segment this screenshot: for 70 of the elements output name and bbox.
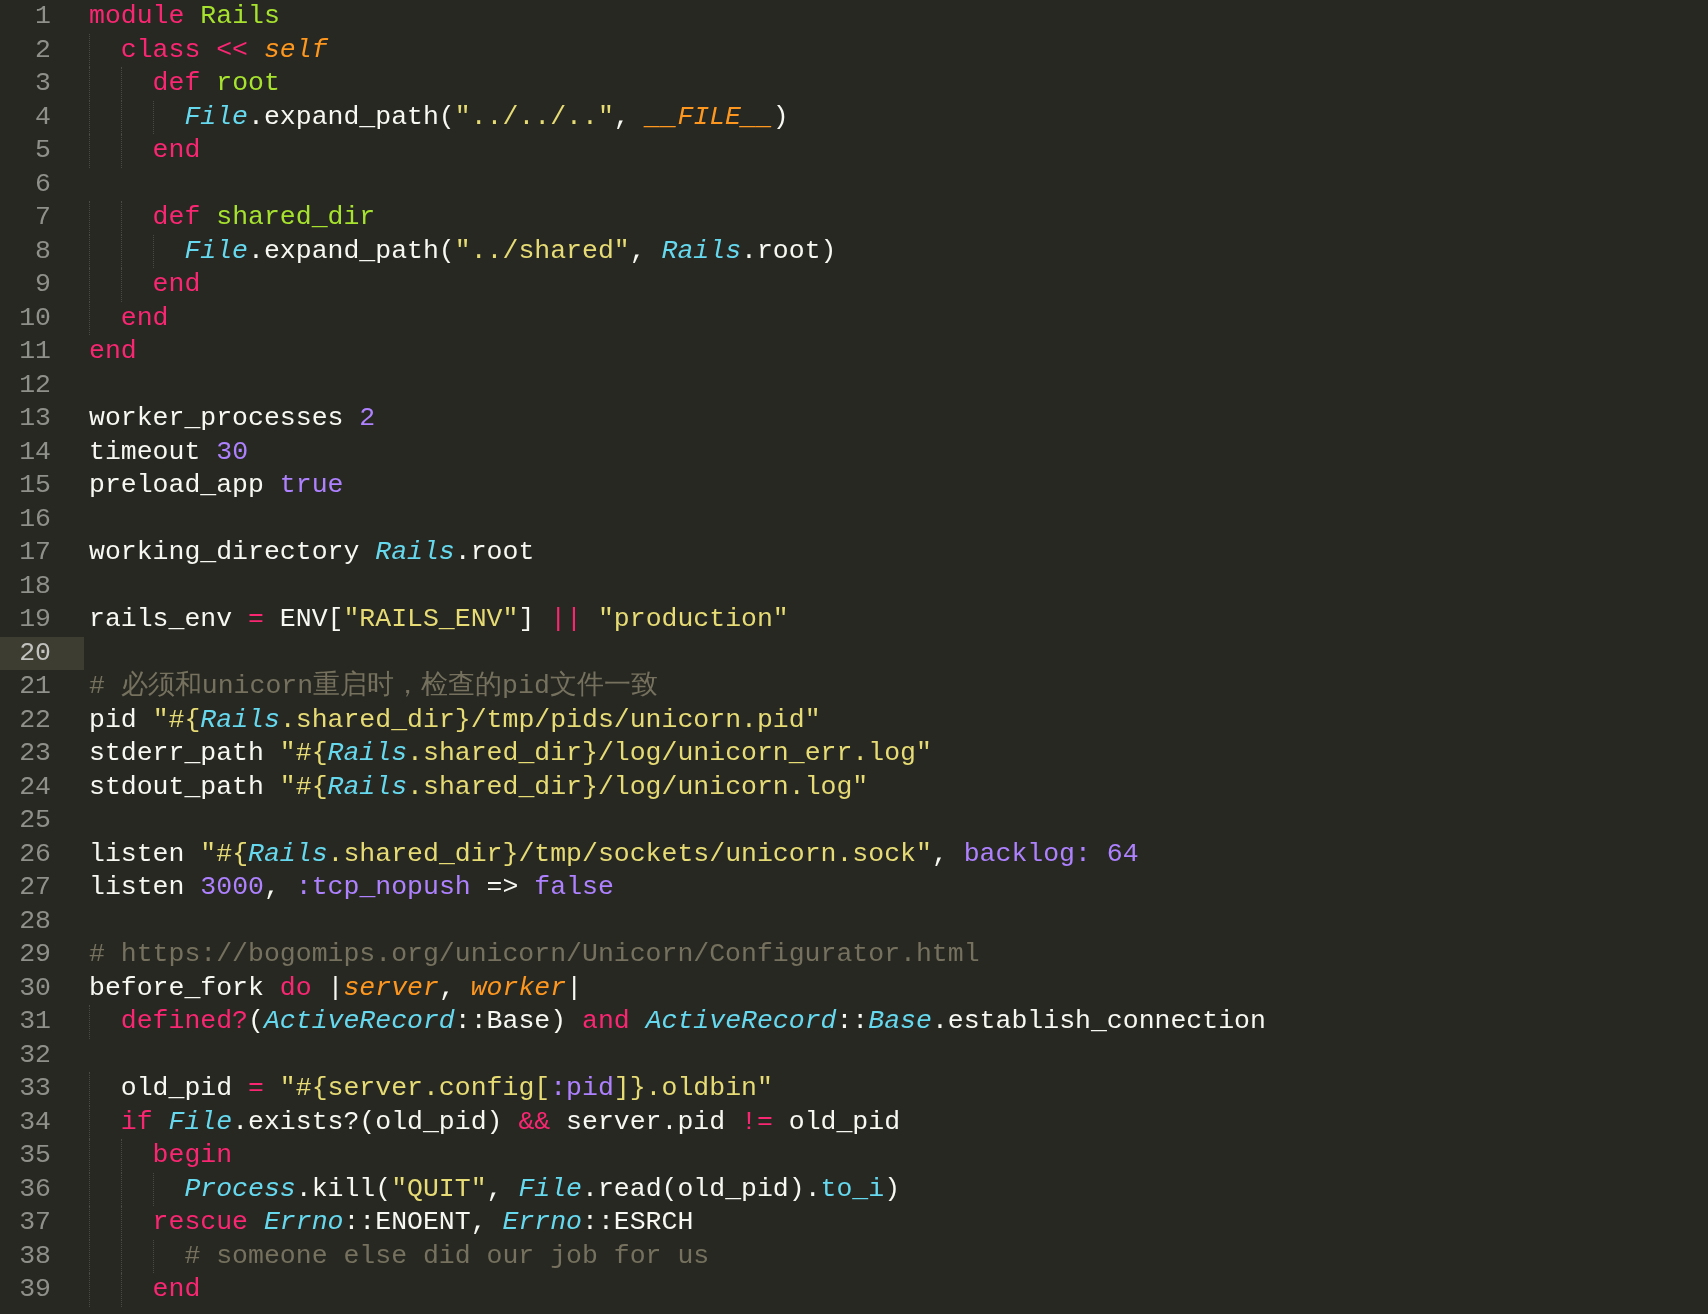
code-line: listen 3000, :tcp_nopush => false <box>89 872 614 902</box>
line-number: 10 <box>19 301 51 335</box>
line-number: 39 <box>19 1273 51 1306</box>
code-line: old_pid = "#{server.config[:pid]}.oldbin" <box>119 1073 773 1103</box>
line-number: 37 <box>19 1206 51 1239</box>
line-number: 29 <box>19 938 51 971</box>
code-line: # someone else did our job for us <box>183 1240 710 1271</box>
code-line: worker_processes 2 <box>89 403 376 433</box>
code-line: def root <box>151 68 280 98</box>
line-number: 17 <box>19 536 51 569</box>
code-line: before_fork do |server, worker| <box>89 972 583 1003</box>
line-number: 15 <box>19 469 51 502</box>
line-number: 18 <box>19 569 51 603</box>
code-line: module Rails <box>89 1 280 31</box>
code-line: end <box>119 302 169 333</box>
code-line: Process.kill("QUIT", File.read(old_pid).to_i) <box>183 1173 901 1204</box>
line-number: 2 <box>35 33 51 67</box>
line-number: 22 <box>19 703 51 737</box>
code-line: class << self <box>119 34 328 65</box>
code-line: end <box>151 1274 201 1304</box>
code-line: stdout_path "#{Rails.shared_dir}/log/unicorn.log" <box>89 771 869 802</box>
line-number: 11 <box>19 335 51 368</box>
line-number: 27 <box>19 871 51 904</box>
line-number: 19 <box>19 603 51 636</box>
line-number: 24 <box>19 770 51 804</box>
code-line: timeout 30 <box>89 436 249 467</box>
line-number: 25 <box>19 804 51 837</box>
code-line: pid "#{Rails.shared_dir}/tmp/pids/unicorn.pid" <box>89 704 821 735</box>
code-line: stderr_path "#{Rails.shared_dir}/log/unicorn_err.log" <box>89 738 932 768</box>
code-line: end <box>151 135 201 165</box>
code-line: rescue Errno::ENOENT, Errno::ESRCH <box>151 1207 694 1237</box>
line-number: 9 <box>35 268 51 301</box>
line-number: 20 <box>19 636 51 670</box>
line-number: 33 <box>19 1072 51 1105</box>
line-number: 23 <box>19 737 51 770</box>
line-number: 34 <box>19 1105 51 1139</box>
line-number: 6 <box>35 167 51 201</box>
line-number: 21 <box>19 670 51 703</box>
line-number: 16 <box>19 502 51 536</box>
code-line: listen "#{Rails.shared_dir}/tmp/sockets/unicorn.sock", backlog: 64 <box>89 838 1139 869</box>
line-number: 30 <box>19 971 51 1005</box>
line-number: 1 <box>35 0 51 33</box>
code-line: defined?(ActiveRecord::Base) and ActiveRecord::Base.establish_connection <box>119 1006 1266 1036</box>
line-number: 8 <box>35 234 51 268</box>
code-line: working_directory Rails.root <box>89 537 535 567</box>
line-number: 32 <box>19 1038 51 1072</box>
code-line: File.expand_path("../shared", Rails.root) <box>183 235 837 266</box>
code-line: begin <box>151 1140 233 1170</box>
line-number: 4 <box>35 100 51 134</box>
line-number: 26 <box>19 837 51 871</box>
line-number: 31 <box>19 1005 51 1038</box>
code-line: File.expand_path("../../..", __FILE__) <box>183 101 789 132</box>
line-number: 36 <box>19 1172 51 1206</box>
code-line: end <box>151 269 201 299</box>
code-line: if File.exists?(old_pid) && server.pid != old_pid <box>119 1106 901 1137</box>
line-number: 38 <box>19 1239 51 1273</box>
code-line: def shared_dir <box>151 202 376 232</box>
line-number: 14 <box>19 435 51 469</box>
line-number: 3 <box>35 67 51 100</box>
code-line: # https://bogomips.org/unicorn/Unicorn/Configurator.html <box>89 939 980 969</box>
code-line: rails_env = ENV["RAILS_ENV"] || "production" <box>89 604 789 634</box>
line-number: 35 <box>19 1139 51 1172</box>
line-number: 7 <box>35 201 51 234</box>
code-line: # 必须和unicorn重启时，检查的pid文件一致 <box>89 671 658 701</box>
code-line: preload_app true <box>89 470 344 500</box>
line-number: 5 <box>35 134 51 167</box>
line-number: 13 <box>19 402 51 435</box>
code-line: end <box>89 336 137 366</box>
line-number: 12 <box>19 368 51 402</box>
line-number: 28 <box>19 904 51 938</box>
